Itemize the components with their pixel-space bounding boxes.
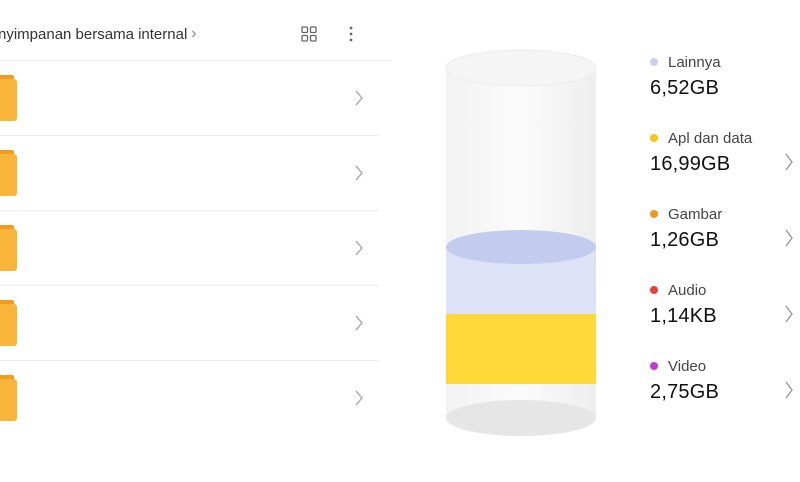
folder-row[interactable] [0,211,378,286]
chevron-right-icon [355,390,363,406]
breadcrumb-current[interactable]: nyimpanan bersama internal [0,26,187,43]
legend-name: Video [668,357,707,375]
color-dot-icon [650,134,658,142]
chevron-right-icon [355,240,363,256]
legend-size: 6,52GB [650,77,720,99]
cylinder-bottom [446,400,596,436]
chevron-right-icon [785,153,793,171]
legend-size: 2,75GB [650,381,720,403]
folder-icon [0,225,17,271]
chevron-right-icon: › [191,25,197,42]
legend-label-row: Video [650,356,800,376]
segment-lainnya-top [446,230,596,264]
legend-name: Gambar [668,205,723,223]
folder-icon [0,150,17,196]
folder-icon [0,75,17,121]
storage-cylinder-chart [445,49,597,436]
chevron-right-icon [785,305,793,323]
legend-label-row: Gambar [650,204,800,224]
legend-name: Lainnya [668,53,721,71]
legend-item-lainnya: Lainnya 6,52GB [650,52,800,128]
toolbar [300,22,354,46]
color-dot-icon [650,286,658,294]
folder-row[interactable] [0,61,378,136]
grid-view-icon[interactable] [300,25,318,43]
chevron-right-icon [355,165,363,181]
chevron-right-icon [785,381,793,399]
legend-item-audio[interactable]: Audio 1,14KB [650,280,800,356]
legend-name: Apl dan data [668,129,753,147]
chevron-right-icon [355,90,363,106]
segment-apl-dan-data [446,314,596,384]
breadcrumb[interactable]: nyimpanan bersama internal › [0,22,197,46]
storage-legend: Lainnya 6,52GB Apl dan data 16,99GB Gambar 1,… [650,52,800,432]
legend-item-gambar[interactable]: Gambar 1,26GB [650,204,800,280]
folder-icon [0,375,17,421]
legend-size: 1,26GB [650,229,720,251]
legend-label-row: Audio [650,280,800,300]
chevron-right-icon [355,315,363,331]
more-vertical-icon[interactable] [348,25,354,43]
color-dot-icon [650,362,658,370]
legend-item-apl-dan-data[interactable]: Apl dan data 16,99GB [650,128,800,204]
cylinder-top [445,49,597,87]
folder-icon [0,300,17,346]
folder-list [0,61,378,435]
folder-row[interactable] [0,136,378,211]
folder-row[interactable] [0,286,378,361]
legend-name: Audio [668,281,707,299]
legend-size: 1,14KB [650,305,717,327]
legend-label-row: Lainnya [650,52,800,72]
legend-size: 16,99GB [650,153,731,175]
chevron-right-icon [785,229,793,247]
color-dot-icon [650,210,658,218]
file-browser-pane: nyimpanan bersama internal › [0,0,392,482]
color-dot-icon [650,58,658,66]
legend-item-video[interactable]: Video 2,75GB [650,356,800,432]
legend-label-row: Apl dan data [650,128,800,148]
folder-row[interactable] [0,361,378,435]
